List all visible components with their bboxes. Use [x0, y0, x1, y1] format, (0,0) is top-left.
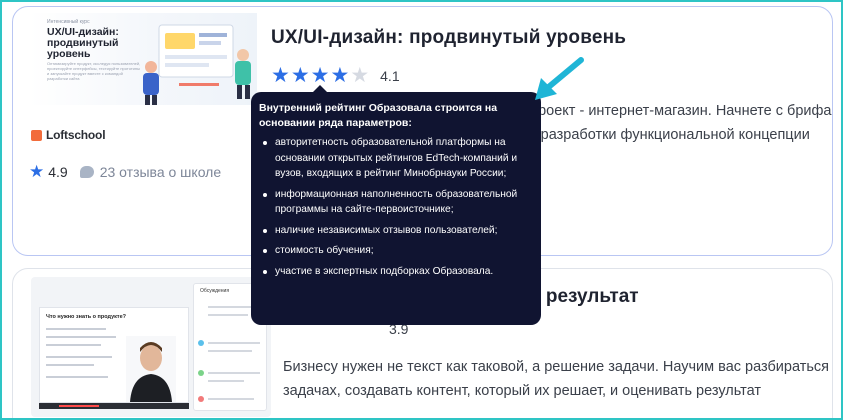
course-title[interactable]: UX/UI-дизайн: продвинутый уровень — [271, 27, 626, 49]
chat-message — [208, 314, 248, 316]
course-cover-image[interactable]: Что нужно знать о продукте? Обсуждения — [31, 277, 271, 417]
tooltip-item: участие в экспертных подборках Образовал… — [259, 264, 529, 280]
course-rating[interactable]: ★★★★★ 4.1 — [271, 63, 400, 88]
school-reviews-link[interactable]: 23 отзыва о школе — [100, 164, 221, 180]
tooltip-list: авторитетность образовательной платформы… — [259, 135, 529, 279]
slide-line — [46, 344, 101, 346]
webinar-slide: Что нужно знать о продукте? — [39, 307, 189, 403]
chat-message — [208, 350, 252, 352]
star-filled-icon: ★ — [330, 64, 351, 87]
school-logo[interactable]: Loftschool — [31, 128, 106, 142]
rating-info-tooltip: Внутренний рейтинг Образовала строится н… — [251, 85, 541, 325]
designer-illustration — [143, 24, 251, 105]
slide-line — [46, 356, 112, 358]
star-filled-icon: ★ — [271, 64, 291, 87]
school-rating-value: 4.9 — [48, 164, 68, 180]
user-avatar-icon — [198, 396, 204, 402]
slide-line — [46, 376, 108, 378]
cover-title: UX/UI-дизайн: продвинутый уровень — [47, 26, 119, 60]
star-icon: ★ — [29, 162, 45, 181]
slide-line — [46, 336, 116, 338]
tooltip-item: наличие независимых отзывов пользователе… — [259, 223, 529, 239]
comment-icon — [79, 166, 94, 178]
slide-question: Что нужно знать о продукте? — [46, 314, 126, 320]
video-player-bar[interactable] — [39, 403, 189, 409]
speaker-photo — [126, 336, 176, 402]
user-avatar-icon — [198, 340, 204, 346]
school-rating[interactable]: ★ 4.9 23 отзыва о школе — [29, 162, 221, 182]
course-rating-value: 4.1 — [380, 67, 400, 84]
loftschool-logo-icon — [31, 129, 42, 141]
chat-message — [208, 380, 244, 382]
slide-line — [46, 328, 106, 330]
course-description: Бизнесу нужен не текст как таковой, а ре… — [283, 359, 833, 399]
user-avatar-icon — [198, 370, 204, 376]
chat-message — [208, 372, 260, 374]
star-filled-icon: ★ — [310, 64, 331, 87]
school-name: Loftschool — [46, 128, 106, 142]
cover-subtitle: Оптимизируйте продукт, исследуя пользова… — [47, 61, 141, 81]
cover-pretitle: Интенсивный курс — [47, 19, 90, 25]
chat-message — [208, 342, 260, 344]
slide-line — [46, 364, 94, 366]
chat-message — [208, 398, 254, 400]
star-empty-icon: ★ — [350, 64, 371, 87]
annotation-arrow-icon — [535, 57, 584, 100]
chat-header: Обсуждения — [200, 288, 230, 294]
tooltip-heading: Внутренний рейтинг Образовала строится н… — [259, 102, 498, 129]
tooltip-item: авторитетность образовательной платформы… — [259, 135, 529, 182]
star-filled-icon: ★ — [290, 64, 311, 87]
tooltip-item: стоимость обучения; — [259, 243, 529, 259]
video-progress[interactable] — [59, 405, 99, 407]
course-cover-image[interactable]: Интенсивный курс UX/UI-дизайн: продвинут… — [29, 13, 257, 105]
tooltip-item: информационная наполненность образовател… — [259, 187, 529, 218]
